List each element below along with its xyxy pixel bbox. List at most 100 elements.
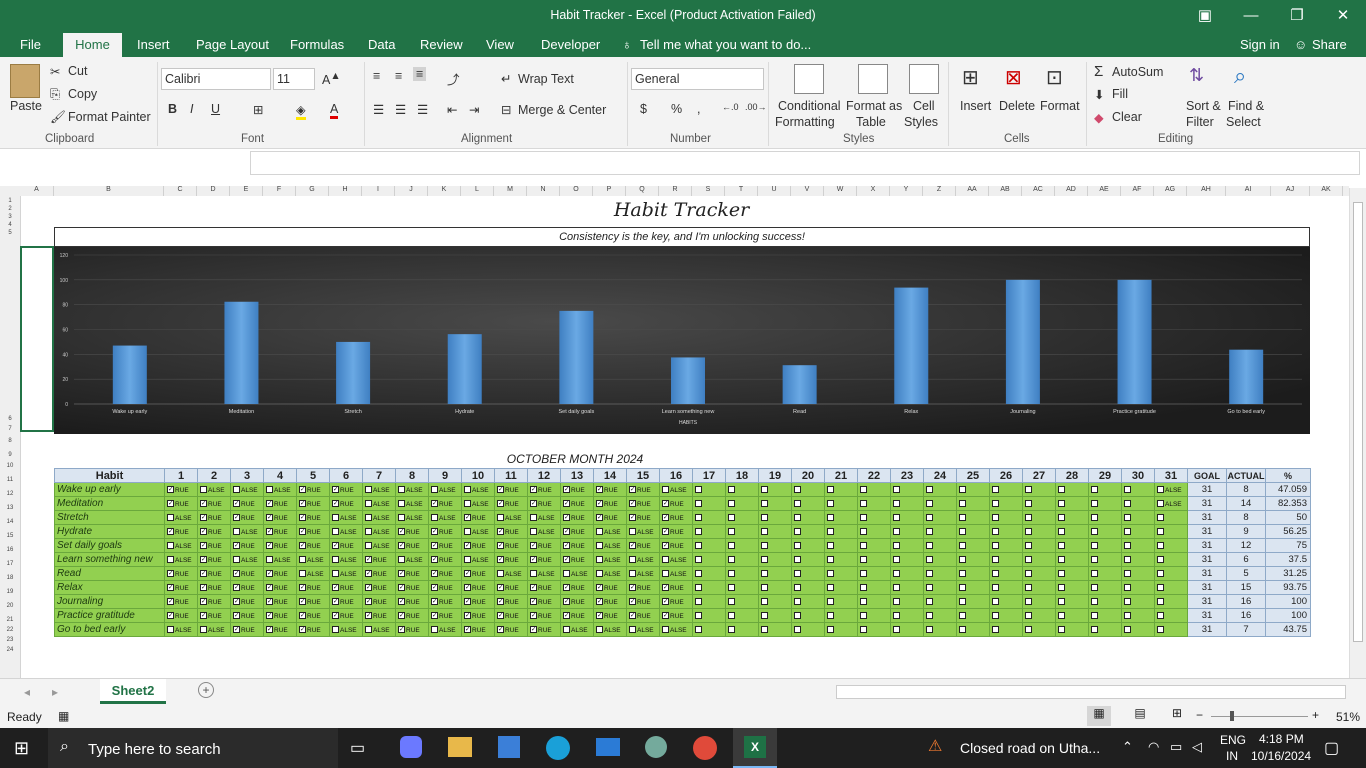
checkbox[interactable]	[1091, 611, 1098, 619]
day-checkbox-cell[interactable]: ALSE	[461, 482, 495, 497]
checkbox[interactable]	[1157, 499, 1164, 507]
checkbox[interactable]	[761, 569, 768, 577]
row-header[interactable]: 23	[0, 637, 20, 643]
checkbox[interactable]: ✓	[266, 513, 273, 521]
checkbox[interactable]	[728, 625, 735, 633]
day-checkbox-cell[interactable]: ALSE	[428, 510, 462, 525]
row-header[interactable]: 24	[0, 647, 20, 653]
day-checkbox-cell[interactable]	[725, 510, 759, 525]
checkbox[interactable]	[332, 527, 339, 535]
checkbox[interactable]: ✓	[431, 583, 438, 591]
checkbox[interactable]: ✓	[431, 597, 438, 605]
row-header[interactable]: 8	[0, 438, 20, 444]
row-header[interactable]: 9	[0, 452, 20, 458]
day-checkbox-cell[interactable]	[791, 524, 825, 539]
day-checkbox-cell[interactable]	[824, 622, 858, 637]
day-checkbox-cell[interactable]: ✓ RUE	[164, 496, 198, 511]
column-header[interactable]: V	[791, 186, 824, 196]
day-checkbox-cell[interactable]: ALSE	[362, 524, 396, 539]
checkbox[interactable]	[695, 583, 702, 591]
checkbox[interactable]	[1124, 597, 1131, 605]
column-header[interactable]: I	[362, 186, 395, 196]
day-checkbox-cell[interactable]	[791, 552, 825, 567]
checkbox[interactable]	[266, 555, 273, 563]
day-checkbox-cell[interactable]	[725, 496, 759, 511]
day-checkbox-cell[interactable]: ✓ RUE	[527, 552, 561, 567]
checkbox[interactable]	[728, 555, 735, 563]
day-checkbox-cell[interactable]: ✓ RUE	[626, 510, 660, 525]
day-checkbox-cell[interactable]	[1055, 482, 1089, 497]
row-header[interactable]: 2	[0, 206, 20, 212]
day-checkbox-cell[interactable]: ✓ RUE	[593, 594, 627, 609]
day-checkbox-cell[interactable]: ✓ RUE	[263, 608, 297, 623]
day-checkbox-cell[interactable]	[1055, 496, 1089, 511]
day-checkbox-cell[interactable]	[1121, 538, 1155, 553]
checkbox[interactable]	[563, 625, 570, 633]
day-checkbox-cell[interactable]	[791, 608, 825, 623]
day-checkbox-cell[interactable]: ✓ RUE	[593, 510, 627, 525]
day-checkbox-cell[interactable]	[989, 496, 1023, 511]
scroll-thumb[interactable]	[1353, 202, 1363, 642]
day-checkbox-cell[interactable]	[989, 510, 1023, 525]
checkbox[interactable]	[860, 597, 867, 605]
day-checkbox-cell[interactable]	[1055, 580, 1089, 595]
day-checkbox-cell[interactable]: ✓ RUE	[395, 580, 429, 595]
checkbox[interactable]	[398, 555, 405, 563]
checkbox[interactable]: ✓	[200, 597, 207, 605]
day-checkbox-cell[interactable]	[1022, 594, 1056, 609]
tab-home[interactable]: Home	[63, 33, 122, 57]
checkbox[interactable]	[1157, 583, 1164, 591]
checkbox[interactable]	[464, 499, 471, 507]
day-checkbox-cell[interactable]: ALSE	[230, 552, 264, 567]
checkbox[interactable]	[1091, 625, 1098, 633]
day-checkbox-cell[interactable]	[824, 538, 858, 553]
day-checkbox-cell[interactable]	[1121, 566, 1155, 581]
checkbox[interactable]	[695, 555, 702, 563]
checkbox[interactable]: ✓	[365, 597, 372, 605]
insert-button[interactable]: Insert	[960, 99, 991, 113]
checkbox[interactable]	[695, 527, 702, 535]
checkbox[interactable]	[992, 611, 999, 619]
percent-button[interactable]: %	[671, 102, 682, 116]
day-checkbox-cell[interactable]	[989, 538, 1023, 553]
day-checkbox-cell[interactable]: ALSE	[362, 510, 396, 525]
column-header[interactable]: E	[230, 186, 263, 196]
day-checkbox-cell[interactable]	[857, 524, 891, 539]
column-header[interactable]: L	[461, 186, 494, 196]
day-checkbox-cell[interactable]: ✓ RUE	[164, 580, 198, 595]
checkbox[interactable]	[794, 485, 801, 493]
day-checkbox-cell[interactable]: ✓ RUE	[230, 496, 264, 511]
checkbox[interactable]: ✓	[266, 611, 273, 619]
day-checkbox-cell[interactable]	[1121, 482, 1155, 497]
checkbox[interactable]	[1091, 597, 1098, 605]
checkbox[interactable]	[167, 541, 174, 549]
day-checkbox-cell[interactable]	[923, 608, 957, 623]
day-checkbox-cell[interactable]	[1022, 482, 1056, 497]
day-checkbox-cell[interactable]: ✓ RUE	[263, 496, 297, 511]
page-layout-view-icon[interactable]: ▤	[1128, 706, 1152, 720]
checkbox[interactable]	[365, 527, 372, 535]
tab-data[interactable]: Data	[368, 37, 395, 52]
checkbox[interactable]: ✓	[398, 611, 405, 619]
day-checkbox-cell[interactable]: ALSE	[362, 496, 396, 511]
day-checkbox-cell[interactable]	[758, 524, 792, 539]
day-checkbox-cell[interactable]	[692, 580, 726, 595]
day-checkbox-cell[interactable]	[1121, 510, 1155, 525]
day-checkbox-cell[interactable]: ALSE	[329, 566, 363, 581]
checkbox[interactable]	[695, 541, 702, 549]
checkbox[interactable]	[761, 597, 768, 605]
day-checkbox-cell[interactable]	[956, 510, 990, 525]
checkbox[interactable]	[662, 625, 669, 633]
checkbox[interactable]	[167, 625, 174, 633]
day-checkbox-cell[interactable]: ✓ RUE	[560, 608, 594, 623]
checkbox[interactable]	[365, 541, 372, 549]
day-checkbox-cell[interactable]	[890, 580, 924, 595]
tab-review[interactable]: Review	[420, 37, 463, 52]
checkbox[interactable]	[794, 569, 801, 577]
checkbox[interactable]	[332, 625, 339, 633]
day-checkbox-cell[interactable]: ALSE	[626, 524, 660, 539]
day-checkbox-cell[interactable]	[923, 552, 957, 567]
day-checkbox-cell[interactable]	[1154, 608, 1188, 623]
day-checkbox-cell[interactable]: ✓ RUE	[461, 566, 495, 581]
checkbox[interactable]: ✓	[530, 611, 537, 619]
